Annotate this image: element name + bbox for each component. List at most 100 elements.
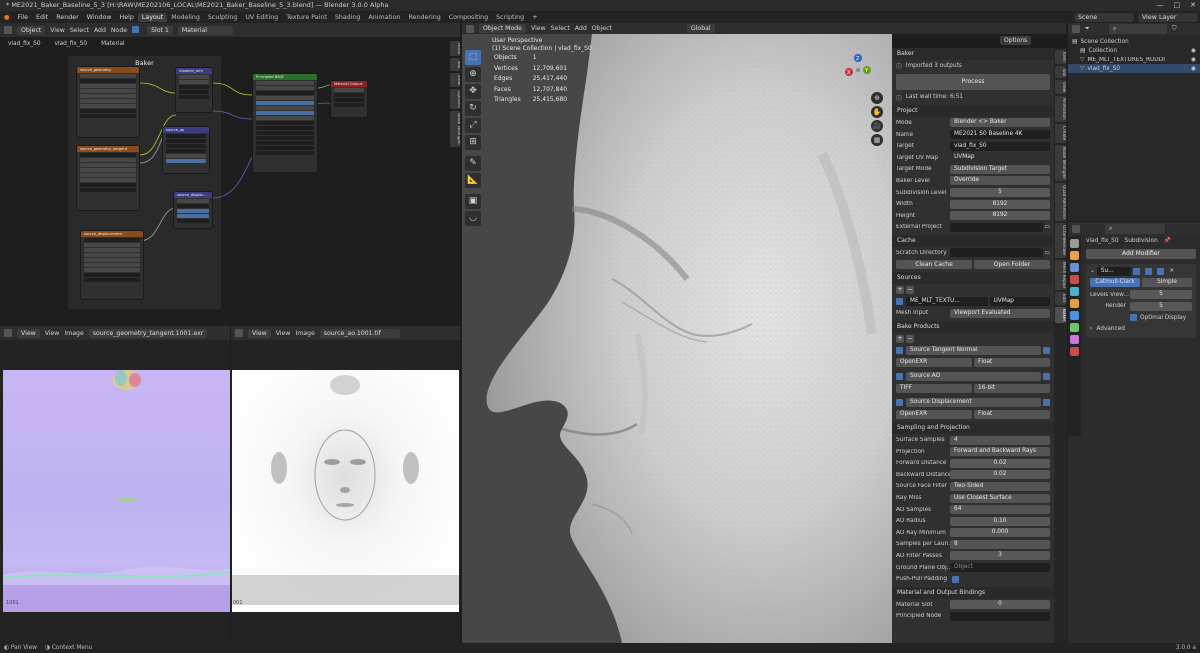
grid-icon[interactable]: ▦: [871, 134, 883, 146]
rotate-tool-icon[interactable]: ↻: [465, 101, 481, 116]
name-field[interactable]: ME2021 S0 Baseline 4K: [950, 130, 1050, 140]
process-button[interactable]: Process: [896, 73, 1050, 90]
product-enabled-checkbox[interactable]: [896, 399, 903, 407]
product-link-icon[interactable]: [1043, 346, 1050, 354]
workspace-tab-rendering[interactable]: Rendering: [405, 13, 445, 22]
menu-window[interactable]: Window: [83, 14, 116, 21]
source-enabled-checkbox[interactable]: [896, 298, 903, 306]
optimal-display-checkbox[interactable]: [1130, 314, 1137, 322]
external-project-field[interactable]: [950, 222, 1043, 232]
tool-tab-icon[interactable]: [1070, 239, 1079, 248]
object-tab-icon[interactable]: [1070, 299, 1079, 308]
sources-section-header[interactable]: Sources: [892, 272, 1054, 285]
physics-tab-icon[interactable]: [1070, 323, 1079, 332]
product-format-dropdown[interactable]: TIFF: [896, 383, 972, 393]
bindings-section-header[interactable]: Material and Output Bindings: [892, 586, 1054, 599]
forward-distance-field[interactable]: 0.02: [950, 458, 1050, 468]
product-type-dropdown[interactable]: Source AO: [906, 372, 1041, 382]
filter-funnel-icon[interactable]: ⛉: [1172, 25, 1177, 33]
source-object-field[interactable]: ME_MLT_TEXTU...: [906, 297, 988, 307]
image-texture-node-displacement[interactable]: source_displacement: [80, 230, 144, 300]
workspace-tab-modeling[interactable]: Modeling: [167, 13, 204, 22]
image-filename-field[interactable]: source_ao.1001.tif: [319, 328, 400, 338]
view-mode-dropdown[interactable]: View: [248, 328, 271, 338]
project-section-header[interactable]: Project: [892, 105, 1054, 118]
editor-type-icon[interactable]: [1072, 224, 1080, 233]
ao-ray-minimum-field[interactable]: 0.000: [950, 528, 1050, 538]
image-texture-node-geometry[interactable]: source_geometry: [76, 66, 140, 138]
remove-source-button[interactable]: −: [906, 286, 914, 295]
workspace-tab-uv-editing[interactable]: UV Editing: [241, 13, 282, 22]
npanel-tab-mesh-repair[interactable]: Mesh Repair: [1055, 259, 1066, 291]
expand-chevron-icon[interactable]: ⌄: [1090, 268, 1095, 274]
target-mode-dropdown[interactable]: Subdivision Target: [950, 164, 1050, 174]
3d-viewport[interactable]: [462, 34, 892, 643]
constraints-tab-icon[interactable]: [1070, 335, 1079, 344]
editor-type-icon[interactable]: [466, 24, 474, 33]
node-tab-view[interactable]: View: [450, 72, 460, 87]
displacement-node[interactable]: source_displac...: [173, 191, 213, 229]
image-filename-field[interactable]: source_geometry_tangent.1001.exr: [88, 328, 207, 338]
outliner-item-vlad[interactable]: ▽ vlad_fix_S0 ◉: [1068, 64, 1200, 73]
menu-file[interactable]: File: [14, 14, 33, 21]
visibility-icon[interactable]: ◉: [1191, 66, 1196, 72]
properties-search-input[interactable]: ⌕: [1105, 223, 1165, 234]
output-tab-icon[interactable]: [1070, 263, 1079, 272]
navigation-gizmo[interactable]: Z Y X: [843, 52, 873, 86]
move-tool-icon[interactable]: ✥: [465, 84, 481, 99]
npanel-tab-node-wrangler[interactable]: Node Wrangler: [1055, 144, 1066, 181]
extra-tool-icon[interactable]: ◡: [465, 211, 481, 226]
outliner-item-textures[interactable]: ▽ ME_MLT_TEXTURES_RUDDI ◉: [1068, 55, 1200, 64]
baker-panel-header[interactable]: Baker: [892, 48, 1054, 60]
view-layer-tab-icon[interactable]: [1070, 275, 1079, 284]
remove-product-button[interactable]: −: [906, 334, 914, 343]
material-output-node[interactable]: Material Output: [330, 80, 368, 118]
menu-render[interactable]: Render: [52, 14, 82, 21]
node-editor[interactable]: Object View Select Add Node Slot 1 Mater…: [0, 23, 460, 323]
ao-filter-passes-field[interactable]: 3: [950, 551, 1050, 561]
add-modifier-button[interactable]: Add Modifier: [1086, 248, 1196, 259]
scale-tool-icon[interactable]: ⤢: [465, 118, 481, 133]
pan-icon[interactable]: ✋: [871, 106, 883, 118]
backward-distance-field[interactable]: 0.02: [950, 470, 1050, 480]
mesh-input-dropdown[interactable]: Viewport Evaluated: [950, 308, 1050, 318]
maximize-button[interactable]: □: [1174, 0, 1181, 11]
face-filter-dropdown[interactable]: Two-Sided: [950, 481, 1050, 491]
viewport-select-menu[interactable]: Select: [551, 25, 570, 32]
editor-type-icon[interactable]: [1072, 25, 1080, 33]
add-product-button[interactable]: +: [896, 334, 904, 343]
filter-icon[interactable]: ⏷: [1085, 25, 1090, 33]
product-enabled-checkbox[interactable]: [896, 373, 903, 381]
view-menu[interactable]: View: [276, 330, 291, 337]
surface-samples-dropdown[interactable]: 4: [950, 435, 1050, 445]
pin-icon[interactable]: 📌: [1164, 238, 1171, 244]
node-tab-wrangler[interactable]: Node Wrangler: [450, 111, 460, 148]
source-uvmap-field[interactable]: UVMap: [989, 297, 1050, 307]
workspace-tab-animation[interactable]: Animation: [364, 13, 404, 22]
workspace-tab-layout[interactable]: Layout: [137, 12, 168, 22]
npanel-tab-animation[interactable]: Animation: [1055, 96, 1066, 123]
node-tab-options[interactable]: Options: [450, 88, 460, 110]
outliner-item-scene-collection[interactable]: ▤ Scene Collection: [1068, 37, 1200, 46]
transform-tool-icon[interactable]: ⊞: [465, 135, 481, 150]
modifier-close-icon[interactable]: ✕: [1169, 268, 1174, 274]
add-source-button[interactable]: +: [896, 286, 904, 295]
npanel-tab-view[interactable]: View: [1055, 80, 1066, 95]
workspace-tab-scripting[interactable]: Scripting: [492, 13, 528, 22]
product-type-dropdown[interactable]: Source Tangent Normal: [906, 345, 1041, 355]
npanel-tab-edit[interactable]: Edit: [1055, 292, 1066, 305]
viewport-object-menu[interactable]: Object: [592, 25, 612, 32]
visibility-icon[interactable]: ◉: [1191, 48, 1196, 54]
modifier-tab-icon[interactable]: [1070, 311, 1079, 320]
projection-dropdown[interactable]: Forward and Backward Rays: [950, 447, 1050, 457]
orientation-dropdown[interactable]: Global: [686, 24, 715, 33]
properties-editor[interactable]: ⌕ vlad_fix_S0 Subdivision 📌 Add Modifier…: [1068, 222, 1200, 643]
visibility-icon[interactable]: ◉: [1191, 57, 1196, 63]
select-box-tool-icon[interactable]: ⬚: [465, 50, 481, 65]
principled-bsdf-node[interactable]: Principled BSDF: [252, 73, 318, 173]
advanced-subpanel[interactable]: › Advanced: [1086, 324, 1196, 336]
product-format-dropdown[interactable]: OpenEXR: [896, 357, 972, 367]
product-depth-dropdown[interactable]: 16-bit: [974, 383, 1050, 393]
node-tab-tool[interactable]: Tool: [450, 58, 460, 71]
editmode-toggle-icon[interactable]: [1133, 267, 1141, 275]
